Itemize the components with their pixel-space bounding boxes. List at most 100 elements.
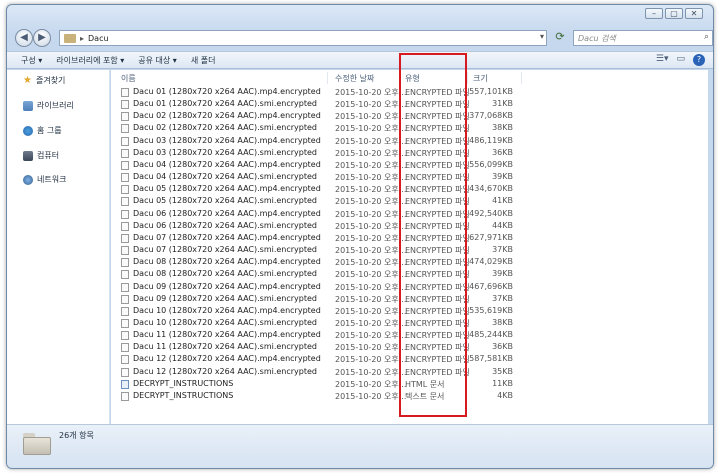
file-name[interactable]: Dacu 01 (1280x720 x264 AAC).mp4.encrypte…: [133, 87, 321, 96]
star-icon: ★: [23, 75, 32, 86]
file-size: 39KB: [492, 269, 513, 279]
file-name[interactable]: Dacu 04 (1280x720 x264 AAC).mp4.encrypte…: [133, 160, 321, 169]
nav-item-label: 즐겨찾기: [35, 76, 66, 85]
breadcrumb-path[interactable]: Dacu: [88, 34, 109, 43]
file-name[interactable]: DECRYPT_INSTRUCTIONS: [133, 391, 233, 400]
file-size: 36KB: [492, 342, 513, 352]
file-date: 2015-10-20 오후...: [335, 148, 407, 158]
file-name[interactable]: Dacu 08 (1280x720 x264 AAC).mp4.encrypte…: [133, 257, 321, 266]
column-divider[interactable]: [327, 72, 328, 84]
file-name[interactable]: Dacu 06 (1280x720 x264 AAC).mp4.encrypte…: [133, 209, 321, 218]
file-size: 37KB: [492, 245, 513, 255]
file-name[interactable]: Dacu 07 (1280x720 x264 AAC).smi.encrypte…: [133, 245, 317, 254]
column-divider[interactable]: [521, 72, 522, 84]
file-icon: [121, 306, 129, 316]
file-date: 2015-10-20 오후...: [335, 185, 407, 195]
file-name[interactable]: Dacu 06 (1280x720 x264 AAC).smi.encrypte…: [133, 221, 317, 230]
nav-item-homegroup[interactable]: 홈 그룹: [23, 125, 62, 136]
column-header-size[interactable]: 크기: [473, 73, 488, 84]
share-with-menu[interactable]: 공유 대상 ▾: [138, 55, 177, 66]
file-name[interactable]: Dacu 10 (1280x720 x264 AAC).mp4.encrypte…: [133, 306, 321, 315]
file-size: 627,971KB: [469, 232, 513, 242]
file-name[interactable]: Dacu 05 (1280x720 x264 AAC).smi.encrypte…: [133, 196, 317, 205]
file-name[interactable]: Dacu 02 (1280x720 x264 AAC).smi.encrypte…: [133, 123, 317, 132]
file-name[interactable]: Dacu 05 (1280x720 x264 AAC).mp4.encrypte…: [133, 184, 321, 193]
folder-large-icon: [23, 433, 51, 455]
back-button[interactable]: ◀: [15, 29, 33, 47]
file-name[interactable]: Dacu 12 (1280x720 x264 AAC).mp4.encrypte…: [133, 354, 321, 363]
address-bar[interactable]: ▸ Dacu ▾: [59, 30, 547, 46]
file-size: 492,540KB: [469, 208, 513, 218]
file-name[interactable]: Dacu 11 (1280x720 x264 AAC).mp4.encrypte…: [133, 330, 321, 339]
file-name[interactable]: Dacu 09 (1280x720 x264 AAC).smi.encrypte…: [133, 294, 317, 303]
file-name[interactable]: Dacu 10 (1280x720 x264 AAC).smi.encrypte…: [133, 318, 317, 327]
file-name[interactable]: Dacu 07 (1280x720 x264 AAC).mp4.encrypte…: [133, 233, 321, 242]
file-name[interactable]: DECRYPT_INSTRUCTIONS: [133, 379, 233, 388]
file-name[interactable]: Dacu 02 (1280x720 x264 AAC).mp4.encrypte…: [133, 111, 321, 120]
file-date: 2015-10-20 오후...: [335, 124, 407, 134]
nav-item-label: 컴퓨터: [37, 151, 60, 160]
file-icon: [121, 185, 129, 195]
new-folder-button[interactable]: 새 폴더: [191, 55, 216, 66]
html-file-icon: [121, 379, 129, 389]
address-dropdown-icon[interactable]: ▾: [540, 32, 544, 41]
nav-item-favorites[interactable]: ★ 즐겨찾기: [23, 75, 65, 86]
file-icon: [121, 197, 129, 207]
file-date: 2015-10-20 오후...: [335, 112, 407, 122]
search-input[interactable]: Dacu 검색 ⌕: [573, 30, 713, 46]
file-icon: [121, 112, 129, 122]
file-date: 2015-10-20 오후...: [335, 331, 407, 341]
nav-item-libraries[interactable]: 라이브러리: [23, 100, 74, 111]
search-icon[interactable]: ⌕: [704, 32, 709, 42]
file-size: 38KB: [492, 317, 513, 327]
preview-pane-icon[interactable]: ▭: [676, 54, 685, 66]
file-icon: [121, 246, 129, 256]
file-name[interactable]: Dacu 11 (1280x720 x264 AAC).smi.encrypte…: [133, 342, 317, 351]
refresh-icon[interactable]: ⟳: [551, 30, 569, 46]
file-icon: [121, 270, 129, 280]
file-size: 36KB: [492, 147, 513, 157]
file-name[interactable]: Dacu 01 (1280x720 x264 AAC).smi.encrypte…: [133, 99, 317, 108]
minimize-button[interactable]: –: [645, 8, 663, 19]
file-size: 38KB: [492, 123, 513, 133]
computer-icon: [23, 150, 33, 161]
file-icon: [121, 173, 129, 183]
file-icon: [121, 391, 129, 401]
help-icon[interactable]: ?: [693, 54, 705, 66]
file-date: 2015-10-20 오후...: [335, 306, 407, 316]
forward-button[interactable]: ▶: [33, 29, 51, 47]
file-name[interactable]: Dacu 09 (1280x720 x264 AAC).mp4.encrypte…: [133, 282, 321, 291]
folder-icon: [64, 33, 76, 43]
file-date: 2015-10-20 오후...: [335, 209, 407, 219]
file-date: 2015-10-20 오후...: [335, 221, 407, 231]
network-icon: [23, 174, 33, 185]
file-icon: [121, 124, 129, 134]
file-icon: [121, 160, 129, 170]
column-header-name[interactable]: 이름: [121, 73, 136, 84]
file-date: 2015-10-20 오후...: [335, 258, 407, 268]
column-header-date[interactable]: 수정한 날짜: [335, 73, 374, 84]
include-in-library-menu[interactable]: 라이브러리에 포함 ▾: [56, 55, 124, 66]
file-size: 467,696KB: [469, 281, 513, 291]
file-date: 2015-10-20 오후...: [335, 379, 407, 389]
file-size: 35KB: [492, 366, 513, 376]
file-name[interactable]: Dacu 08 (1280x720 x264 AAC).smi.encrypte…: [133, 269, 317, 278]
file-date: 2015-10-20 오후...: [335, 197, 407, 207]
file-name[interactable]: Dacu 04 (1280x720 x264 AAC).smi.encrypte…: [133, 172, 317, 181]
file-name[interactable]: Dacu 03 (1280x720 x264 AAC).mp4.encrypte…: [133, 136, 321, 145]
command-bar: 구성 ▾ 라이브러리에 포함 ▾ 공유 대상 ▾ 새 폴더 ☰▾ ▭ ?: [7, 51, 713, 69]
view-options-icon[interactable]: ☰▾: [656, 54, 669, 66]
nav-item-computer[interactable]: 컴퓨터: [23, 150, 59, 161]
file-date: 2015-10-20 오후...: [335, 173, 407, 183]
maximize-button[interactable]: ▢: [665, 8, 683, 19]
file-name[interactable]: Dacu 03 (1280x720 x264 AAC).smi.encrypte…: [133, 148, 317, 157]
column-divider[interactable]: [467, 72, 468, 84]
file-name[interactable]: Dacu 12 (1280x720 x264 AAC).smi.encrypte…: [133, 367, 317, 376]
file-size: 31KB: [492, 99, 513, 109]
file-icon: [121, 355, 129, 365]
close-button[interactable]: ✕: [685, 8, 703, 19]
nav-item-network[interactable]: 네트워크: [23, 174, 66, 185]
search-placeholder: Dacu 검색: [578, 34, 616, 43]
breadcrumb-separator-icon: ▸: [80, 33, 85, 43]
organize-menu[interactable]: 구성 ▾: [21, 55, 42, 66]
